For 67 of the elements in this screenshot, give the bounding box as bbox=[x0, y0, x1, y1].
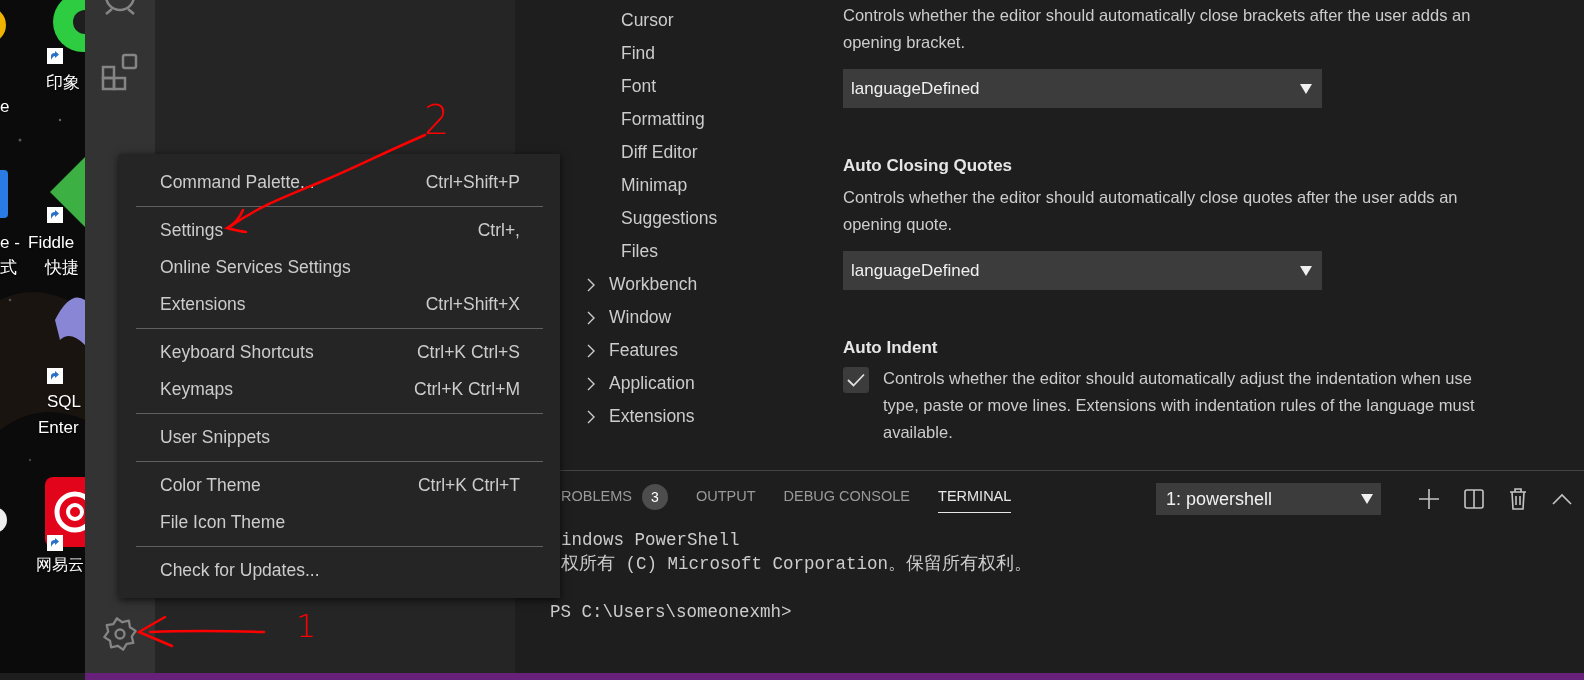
tree-item[interactable]: Formatting bbox=[515, 103, 820, 136]
add-icon[interactable] bbox=[1419, 489, 1439, 509]
terminal-line: indows PowerShell bbox=[560, 529, 741, 552]
setting-description: available. bbox=[883, 422, 954, 443]
debug-icon[interactable] bbox=[102, 0, 138, 18]
shortcut-text: Ctrl+, bbox=[477, 219, 520, 243]
icon-label: 快捷 bbox=[45, 258, 79, 278]
checkbox[interactable] bbox=[843, 367, 869, 393]
shortcut-text: Ctrl+Shift+P bbox=[425, 171, 520, 195]
icon-label: 网易云 bbox=[36, 555, 84, 575]
dropdown[interactable]: languageDefined bbox=[843, 69, 1322, 108]
panel-tab[interactable]: TERMINAL bbox=[938, 485, 1012, 513]
chevron-icon bbox=[585, 408, 597, 425]
icon-label: SQL bbox=[47, 392, 82, 412]
app-icon[interactable] bbox=[45, 0, 85, 66]
chevron-icon bbox=[585, 309, 597, 326]
terminal-dropdown[interactable]: 1: powershell bbox=[1156, 483, 1381, 515]
tree-item[interactable]: Find bbox=[515, 37, 820, 70]
panel-tab[interactable]: DEBUG CONSOLE bbox=[783, 485, 911, 513]
trash-icon[interactable] bbox=[1509, 488, 1527, 510]
panel-tab[interactable]: OUTPUT bbox=[695, 485, 756, 513]
setting-description: opening quote. bbox=[843, 214, 954, 235]
extensions-icon[interactable] bbox=[101, 53, 139, 91]
count-badge: 3 bbox=[641, 484, 668, 510]
check-icon bbox=[847, 373, 865, 387]
menu-item[interactable]: File Icon Theme bbox=[119, 504, 560, 541]
shortcut-text: Ctrl+Shift+X bbox=[425, 293, 520, 317]
shortcut-text: Ctrl+K Ctrl+M bbox=[414, 378, 520, 402]
shortcut-text: Ctrl+K Ctrl+S bbox=[416, 341, 520, 365]
icon-label: e bbox=[0, 97, 10, 117]
icon-label: 式 bbox=[0, 258, 17, 278]
tree-item[interactable]: Cursor bbox=[515, 4, 820, 37]
chevron-icon bbox=[585, 276, 597, 293]
app-icon[interactable] bbox=[45, 157, 85, 227]
setting-title: Auto Closing Quotes bbox=[843, 155, 1014, 177]
setting-title: Auto Indent bbox=[843, 337, 939, 359]
split-icon[interactable] bbox=[1464, 489, 1484, 509]
setting-description: opening bracket. bbox=[843, 32, 966, 53]
terminal-line: 权所有 (C) Microsoft Corporation。保留所有权利。 bbox=[560, 553, 1034, 576]
menu-item[interactable]: Extensions Ctrl+Shift+X bbox=[119, 286, 560, 323]
caret-icon bbox=[1361, 494, 1373, 504]
menu-item[interactable]: Keyboard Shortcuts Ctrl+K Ctrl+S bbox=[119, 334, 560, 371]
panel-tab[interactable]: ROBLEMS 3 bbox=[561, 484, 668, 514]
annotation-number: 1 bbox=[296, 610, 317, 642]
caret-icon bbox=[1300, 83, 1312, 94]
annotation-number: 2 bbox=[424, 100, 450, 140]
setting-description: Controls whether the editor should automatically adjust the indentation when use bbox=[883, 368, 1473, 389]
tree-item[interactable]: Font bbox=[515, 70, 820, 103]
menu-item[interactable]: Color Theme Ctrl+K Ctrl+T bbox=[119, 467, 560, 504]
setting-description: type, paste or move lines. Extensions with indentation rules of the language must bbox=[883, 395, 1475, 416]
caret-icon bbox=[1300, 265, 1312, 276]
settings-icon[interactable] bbox=[102, 616, 138, 652]
icon-label: Fiddle bbox=[28, 233, 75, 253]
icon-label: e - bbox=[0, 233, 20, 253]
setting-description: Controls whether the editor should automatically close brackets after the user adds an bbox=[843, 5, 1472, 26]
shortcut-text: Ctrl+K Ctrl+T bbox=[417, 474, 520, 498]
chevron-icon bbox=[585, 342, 597, 359]
menu-item[interactable]: Check for Updates... bbox=[119, 552, 560, 589]
icon-label: 印象 bbox=[46, 73, 80, 93]
menu-item[interactable]: Online Services Settings bbox=[119, 249, 560, 286]
dropdown[interactable]: languageDefined bbox=[843, 251, 1322, 290]
setting-description: Controls whether the editor should automatically close quotes after the user adds an bbox=[843, 187, 1459, 208]
menu-item[interactable]: Settings Ctrl+, bbox=[119, 212, 560, 249]
chevron-icon bbox=[585, 375, 597, 392]
icon-label: Enter bbox=[38, 418, 79, 438]
chevron-up-icon[interactable] bbox=[1552, 493, 1572, 505]
terminal-line: PS C:\Users\someonexmh> bbox=[549, 601, 793, 624]
